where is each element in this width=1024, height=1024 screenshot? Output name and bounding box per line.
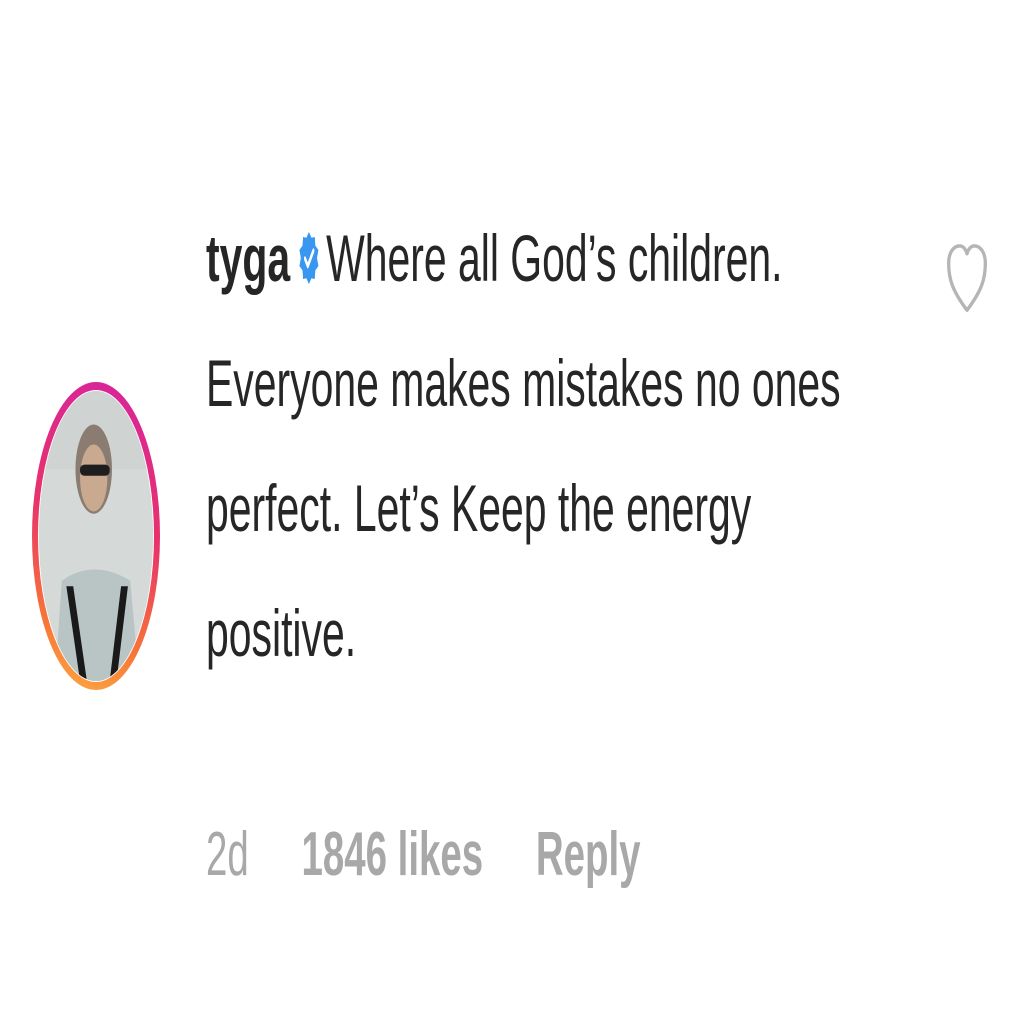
comment-item: tyga Where all God’s children. Everyone m… bbox=[0, 0, 1024, 1024]
like-count[interactable]: 1846 likes bbox=[301, 795, 483, 915]
reply-button[interactable]: Reply bbox=[536, 795, 641, 915]
avatar[interactable] bbox=[39, 391, 153, 681]
timestamp[interactable]: 2d bbox=[206, 795, 249, 915]
verified-badge-icon bbox=[298, 229, 320, 287]
avatar-image bbox=[39, 391, 153, 681]
comment-body: tyga Where all God’s children. Everyone m… bbox=[206, 196, 906, 696]
comment-meta-row: 2d 1846 likes Reply bbox=[206, 795, 641, 915]
avatar-story-ring[interactable] bbox=[32, 382, 160, 690]
heart-outline-icon[interactable] bbox=[945, 240, 989, 318]
username[interactable]: tyga bbox=[206, 221, 290, 295]
comment-text: Where all God’s children. Everyone makes… bbox=[206, 221, 841, 670]
